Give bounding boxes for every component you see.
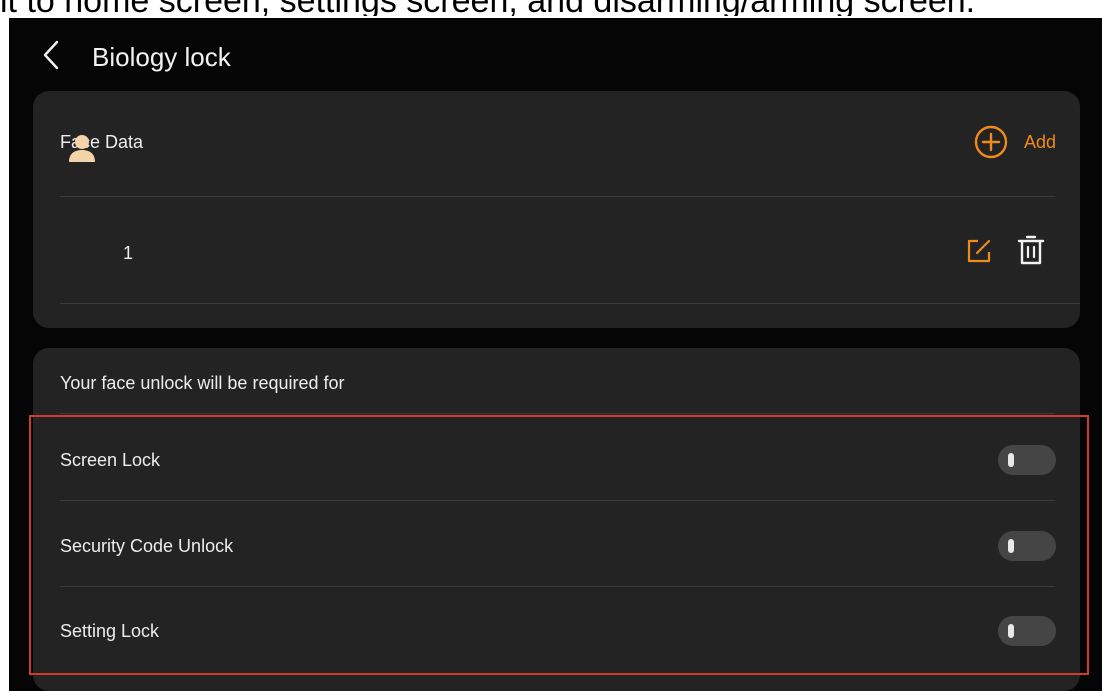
divider: [60, 413, 1055, 414]
screen-lock-toggle[interactable]: [998, 445, 1056, 475]
setting-lock-toggle[interactable]: [998, 616, 1056, 646]
divider: [60, 196, 1055, 197]
face-data-card: Face Data Add 1: [33, 91, 1080, 328]
add-face-button[interactable]: Add: [974, 125, 1056, 159]
face-unlock-requirement-card: Your face unlock will be required for Sc…: [33, 348, 1080, 691]
person-icon: [69, 135, 95, 162]
divider: [60, 500, 1055, 501]
toggle-knob: [1008, 453, 1014, 467]
option-label: Security Code Unlock: [60, 536, 234, 556]
toggle-knob: [1008, 539, 1014, 553]
header: Biology lock: [9, 18, 1102, 98]
toggle-knob: [1008, 624, 1014, 638]
edit-icon[interactable]: [965, 237, 993, 265]
caption-text: it to home screen, settings screen, and …: [0, 0, 1102, 16]
face-entry-name: 1: [123, 243, 134, 263]
security-code-unlock-toggle[interactable]: [998, 531, 1056, 561]
chevron-left-icon[interactable]: [39, 38, 63, 72]
page-title: Biology lock: [92, 42, 231, 72]
divider: [60, 303, 1080, 304]
add-label: Add: [1023, 131, 1056, 152]
trash-icon[interactable]: [1017, 234, 1045, 266]
option-label: Screen Lock: [60, 450, 161, 470]
biology-lock-screen: Biology lock Face Data Add 1 Your face u…: [9, 18, 1102, 691]
divider: [60, 586, 1055, 587]
option-label: Setting Lock: [60, 621, 160, 641]
plus-circle-icon: [974, 125, 1008, 159]
requirement-title: Your face unlock will be required for: [60, 373, 345, 393]
